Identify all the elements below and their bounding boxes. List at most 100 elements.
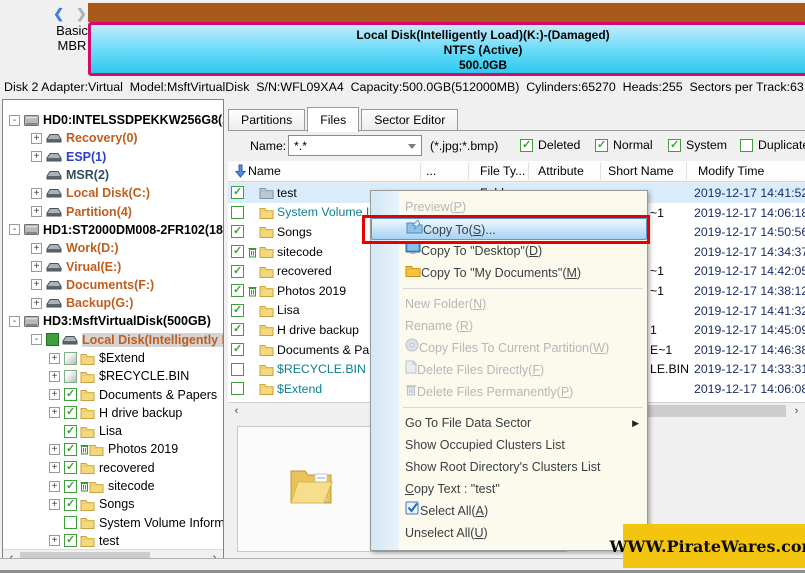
menu-item-select-all-a[interactable]: Select All(A) [371, 500, 647, 522]
tree-checkbox[interactable] [64, 480, 77, 493]
expand-icon[interactable]: + [31, 298, 42, 309]
column-header-modifytime[interactable]: Modify Time [698, 164, 764, 178]
expand-icon[interactable]: + [49, 481, 60, 492]
checkbox-icon[interactable] [520, 139, 533, 152]
tree-item[interactable]: -HD1:ST2000DM008-2FR102(18 [3, 221, 224, 239]
tree-item[interactable]: +$RECYCLE.BIN [3, 367, 224, 385]
chevron-down-icon[interactable] [408, 144, 416, 149]
file-checkbox[interactable] [231, 225, 244, 238]
sort-descending-icon[interactable] [235, 164, 246, 178]
tree-item[interactable]: Lisa [3, 422, 224, 440]
menu-item-copy-to-s[interactable]: Copy To(S)... [371, 218, 647, 240]
tree-item[interactable]: -HD3:MsftVirtualDisk(500GB) [3, 312, 224, 330]
menu-item-unselect-all-u[interactable]: Unselect All(U) [371, 522, 647, 544]
file-checkbox[interactable] [231, 245, 244, 258]
menu-item-copy-to-desktop-d[interactable]: Copy To "Desktop"(D) [371, 240, 647, 262]
column-header-attribute[interactable]: Attribute [538, 164, 584, 178]
collapse-icon[interactable]: - [9, 224, 20, 235]
expand-icon[interactable]: + [49, 389, 60, 400]
tree-item[interactable]: +Documents(F:) [3, 276, 224, 294]
tree-item[interactable]: +Local Disk(C:) [3, 184, 224, 202]
tree-item[interactable]: +H drive backup [3, 404, 224, 422]
checkbox-icon[interactable] [595, 139, 608, 152]
tree-checkbox[interactable] [64, 406, 77, 419]
expand-icon[interactable]: + [49, 353, 60, 364]
tree-item[interactable]: +Photos 2019 [3, 440, 224, 458]
column-divider[interactable] [528, 163, 529, 180]
tree-item[interactable]: +sitecode [3, 477, 224, 495]
column-header-filety[interactable]: File Ty... [480, 164, 525, 178]
selected-partition-banner[interactable]: Local Disk(Intelligently Load)(K:)-(Dama… [88, 22, 805, 76]
file-checkbox[interactable] [231, 323, 244, 336]
tree-item[interactable]: +$Extend [3, 349, 224, 367]
checkbox-icon[interactable] [668, 139, 681, 152]
tree-checkbox[interactable] [64, 534, 77, 547]
menu-item-copy-text-test[interactable]: Copy Text : "test" [371, 478, 647, 500]
tree-checkbox[interactable] [64, 425, 77, 438]
tree-item[interactable]: +recovered [3, 459, 224, 477]
tree-item[interactable]: +Partition(4) [3, 202, 224, 220]
file-checkbox[interactable] [231, 206, 244, 219]
menu-item-show-occupied-clusters-list[interactable]: Show Occupied Clusters List [371, 434, 647, 456]
tree-item[interactable]: +Backup(G:) [3, 294, 224, 312]
expand-icon[interactable]: + [31, 243, 42, 254]
expand-icon[interactable]: + [49, 462, 60, 473]
tree-checkbox[interactable] [64, 370, 77, 383]
tree-checkbox[interactable] [64, 352, 77, 365]
collapse-icon[interactable]: - [9, 316, 20, 327]
menu-item-show-root-directory-s-clusters-list[interactable]: Show Root Directory's Clusters List [371, 456, 647, 478]
tree-item[interactable]: +Songs [3, 495, 224, 513]
scroll-left-icon[interactable]: ‹ [229, 404, 244, 418]
expand-icon[interactable]: + [31, 279, 42, 290]
tree-item[interactable]: +Virual(E:) [3, 257, 224, 275]
filter-checkbox-duplicate[interactable]: Duplicate [740, 138, 805, 152]
tree-item[interactable]: System Volume Inform [3, 514, 224, 532]
expand-icon[interactable]: + [49, 499, 60, 510]
column-header-[interactable]: ... [426, 164, 436, 178]
expand-icon[interactable]: + [49, 444, 60, 455]
collapse-icon[interactable]: - [9, 115, 20, 126]
tab-sector-editor[interactable]: Sector Editor [361, 109, 458, 131]
file-checkbox[interactable] [231, 343, 244, 356]
scroll-right-icon[interactable]: › [789, 404, 804, 418]
column-divider[interactable] [420, 163, 421, 180]
tree-item[interactable]: +Recovery(0) [3, 129, 224, 147]
file-checkbox[interactable] [231, 363, 244, 376]
file-checkbox[interactable] [231, 284, 244, 297]
checkbox-icon[interactable] [740, 139, 753, 152]
menu-item-go-to-file-data-sector[interactable]: Go To File Data Sector▶ [371, 412, 647, 434]
navigate-back-icon[interactable]: ❮ [53, 6, 68, 21]
tree-item[interactable]: MSR(2) [3, 166, 224, 184]
tree-item[interactable]: +Work(D:) [3, 239, 224, 257]
column-divider[interactable] [686, 163, 687, 180]
tab-files[interactable]: Files [307, 107, 359, 132]
filter-checkbox-normal[interactable]: Normal [595, 138, 653, 152]
tree-checkbox[interactable] [64, 461, 77, 474]
name-filter-combobox[interactable]: *.* [288, 135, 422, 156]
file-checkbox[interactable] [231, 265, 244, 278]
expand-icon[interactable]: + [31, 206, 42, 217]
tree-checkbox[interactable] [46, 333, 59, 346]
column-divider[interactable] [468, 163, 469, 180]
filter-checkbox-deleted[interactable]: Deleted [520, 138, 580, 152]
column-header-shortname[interactable]: Short Name [608, 164, 674, 178]
tree-checkbox[interactable] [64, 498, 77, 511]
menu-item-copy-to-my-documents-m[interactable]: Copy To "My Documents"(M) [371, 262, 647, 284]
tab-partitions[interactable]: Partitions [228, 109, 305, 131]
file-checkbox[interactable] [231, 304, 244, 317]
tree-item[interactable]: -HD0:INTELSSDPEKKW256G8(2 [3, 111, 224, 129]
tree-checkbox[interactable] [64, 443, 77, 456]
file-checkbox[interactable] [231, 382, 244, 395]
tree-item[interactable]: -Local Disk(Intelligently Load)(K:) [3, 331, 224, 349]
expand-icon[interactable]: + [49, 535, 60, 546]
column-header-name[interactable]: Name [248, 164, 281, 178]
tree-item[interactable]: +test [3, 532, 224, 550]
expand-icon[interactable]: + [49, 371, 60, 382]
file-checkbox[interactable] [231, 186, 244, 199]
tree-item[interactable]: +Documents & Papers [3, 385, 224, 403]
expand-icon[interactable]: + [31, 261, 42, 272]
expand-icon[interactable]: + [31, 188, 42, 199]
tree-checkbox[interactable] [64, 516, 77, 529]
expand-icon[interactable]: + [31, 151, 42, 162]
expand-icon[interactable]: + [49, 407, 60, 418]
